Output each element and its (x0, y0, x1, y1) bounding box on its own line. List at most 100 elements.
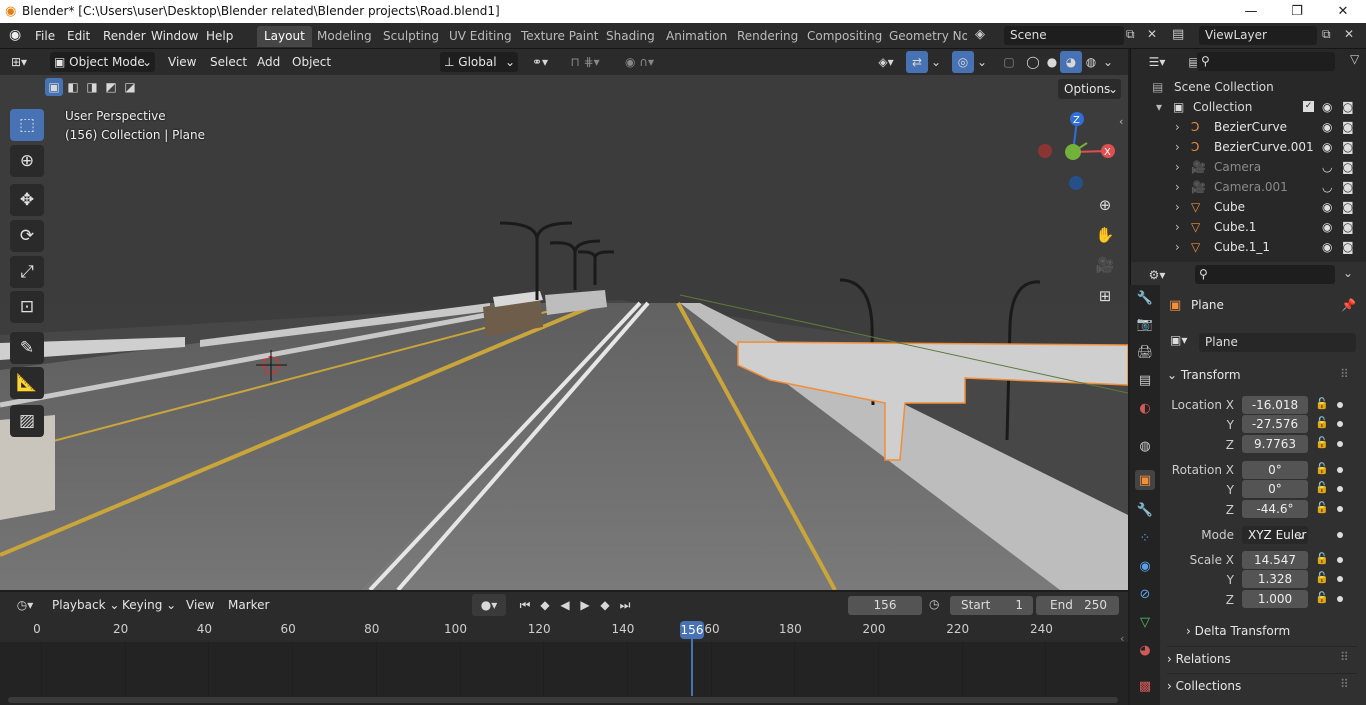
menu-add[interactable]: Add (257, 52, 280, 72)
eye-icon[interactable]: ◉ (1322, 97, 1332, 117)
outliner-item[interactable]: › 🎥 Camera.001 ◡ ◙ (1130, 177, 1366, 197)
tab-animation[interactable]: Animation (659, 26, 734, 47)
rotation-z-field[interactable]: -44.6° (1242, 500, 1308, 518)
relations-panel-header[interactable]: › Relations (1167, 646, 1357, 670)
keying-menu[interactable]: Keying ⌄ (122, 595, 176, 615)
location-z-field[interactable]: 9.7763 (1242, 435, 1308, 453)
pin-icon[interactable]: 📌 (1341, 298, 1356, 312)
lock-icon[interactable]: 🔓 (1315, 397, 1329, 410)
lock-icon[interactable]: 🔓 (1315, 416, 1329, 429)
playhead-label[interactable]: 156 (680, 621, 704, 639)
overlay-toggle-icon[interactable]: ◎ (952, 51, 974, 73)
render-tab-icon[interactable]: 📷 (1135, 314, 1155, 334)
filter-icon[interactable]: ▽ (1350, 52, 1359, 66)
menu-view[interactable]: View (168, 52, 196, 72)
lock-icon[interactable]: 🔓 (1315, 591, 1329, 604)
jump-start-icon[interactable]: ⏮ (516, 594, 534, 616)
3d-viewport[interactable]: User Perspective (156) Collection | Plan… (0, 75, 1128, 590)
current-frame-field[interactable]: 156 (848, 596, 922, 615)
lock-icon[interactable]: 🔓 (1315, 501, 1329, 514)
render-camera-icon[interactable]: ◙ (1342, 177, 1354, 197)
outliner-item[interactable]: › ▽ Cube ◉ ◙ (1130, 197, 1366, 217)
properties-search-input[interactable]: ⚲ (1195, 265, 1335, 284)
outliner-item[interactable]: › ▽ Cube.1_1 ◉ ◙ (1130, 237, 1366, 257)
playhead-line[interactable] (691, 639, 693, 696)
visibility-icon[interactable]: ◈▾ (871, 51, 901, 73)
location-x-field[interactable]: -16.018 (1242, 396, 1308, 414)
keyframe-dot-icon[interactable] (1337, 576, 1343, 582)
eye-icon[interactable]: ◉ (1322, 117, 1332, 137)
lock-icon[interactable]: 🔓 (1315, 462, 1329, 475)
jump-end-icon[interactable]: ⏭ (616, 594, 634, 616)
blender-menu-icon[interactable]: ◉ (9, 27, 21, 43)
chevron-down-icon[interactable]: ⌄ (928, 51, 944, 73)
mode-dropdown[interactable]: ▣ Object Mode ⌄ (50, 52, 155, 72)
timeline-editor-icon[interactable]: ◷▾ (10, 594, 40, 616)
expand-icon[interactable]: › (1175, 197, 1180, 217)
menu-object[interactable]: Object (292, 52, 331, 72)
outliner-editor-icon[interactable]: ☰▾ (1140, 51, 1174, 73)
transform-panel-header[interactable]: ⌄ Transform (1167, 363, 1357, 387)
record-icon[interactable]: ●▾ (472, 594, 506, 616)
minimize-button[interactable]: — (1228, 0, 1274, 23)
tab-geometry-nodes[interactable]: Geometry Noc (882, 26, 967, 47)
render-camera-icon[interactable]: ◙ (1342, 157, 1354, 177)
data-tab-icon[interactable]: ▽ (1135, 612, 1155, 632)
rotation-mode-dropdown[interactable]: XYZ Euler ⌄ (1242, 526, 1308, 544)
eye-icon[interactable]: ◉ (1322, 137, 1332, 157)
zoom-icon[interactable]: ⊕ (1092, 192, 1118, 218)
menu-window[interactable]: Window (145, 27, 204, 45)
eye-icon[interactable]: ◉ (1322, 237, 1332, 257)
sidebar-toggle-icon[interactable]: ‹ (1119, 115, 1123, 128)
keyframe-dot-icon[interactable] (1337, 402, 1343, 408)
menu-file[interactable]: File (29, 27, 61, 45)
object-type-icon[interactable]: ▣▾ (1170, 333, 1196, 353)
delete-scene-icon[interactable]: ✕ (1147, 27, 1157, 41)
tab-shading[interactable]: Shading (599, 26, 662, 47)
drag-handle-icon[interactable]: ⠿ (1340, 650, 1349, 664)
delete-view-layer-icon[interactable]: ✕ (1344, 27, 1354, 41)
expand-icon[interactable]: › (1175, 217, 1180, 237)
material-shading-icon[interactable]: ◕ (1060, 51, 1082, 73)
properties-editor-icon[interactable]: ⚙▾ (1140, 264, 1174, 286)
keyframe-dot-icon[interactable] (1337, 421, 1343, 427)
chevron-down-icon[interactable]: ⌄ (1100, 51, 1116, 73)
select-extend-icon[interactable]: ◧ (64, 78, 82, 96)
tool-tab-icon[interactable]: 🔧 (1135, 288, 1155, 308)
chevron-down-icon[interactable]: ⌄ (974, 51, 990, 73)
eye-closed-icon[interactable]: ◡ (1322, 157, 1332, 177)
physics-tab-icon[interactable]: ◉ (1135, 556, 1155, 576)
modifier-tab-icon[interactable]: 🔧 (1135, 500, 1155, 520)
outliner-item[interactable]: › 🎥 Camera ◡ ◙ (1130, 157, 1366, 177)
scale-y-field[interactable]: 1.328 (1242, 570, 1308, 588)
gizmo-toggle-icon[interactable]: ⇄ (906, 51, 928, 73)
output-tab-icon[interactable]: 🖨 (1135, 342, 1155, 362)
collections-panel-header[interactable]: › Collections (1167, 673, 1357, 697)
outliner-item[interactable]: › ▽ Cube.1 ◉ ◙ (1130, 217, 1366, 237)
render-camera-icon[interactable]: ◙ (1342, 217, 1354, 237)
scene-icon[interactable]: ◈ (975, 27, 985, 42)
measure-tool-icon[interactable]: 📐 (10, 367, 44, 399)
gizmo-neg-z-icon[interactable] (1069, 176, 1083, 190)
outliner-search-input[interactable]: ⚲ (1197, 52, 1335, 71)
eye-icon[interactable]: ◉ (1322, 217, 1332, 237)
texture-tab-icon[interactable]: ▩ (1135, 676, 1155, 696)
xray-icon[interactable]: ▢ (998, 51, 1020, 73)
menu-render[interactable]: Render (97, 27, 152, 45)
delta-transform-header[interactable]: › Delta Transform (1186, 619, 1366, 643)
gizmo-y-icon[interactable] (1065, 144, 1081, 160)
rotate-tool-icon[interactable]: ⟳ (10, 220, 44, 252)
clock-icon[interactable]: ◷ (929, 597, 939, 611)
keyframe-dot-icon[interactable] (1337, 532, 1343, 538)
play-reverse-icon[interactable]: ◀ (556, 594, 574, 616)
close-button[interactable]: ✕ (1320, 0, 1366, 23)
outliner-item[interactable]: › Ↄ BezierCurve.001 ◉ ◙ (1130, 137, 1366, 157)
menu-select[interactable]: Select (210, 52, 247, 72)
select-subtract-icon[interactable]: ◨ (83, 78, 101, 96)
scale-z-field[interactable]: 1.000 (1242, 590, 1308, 608)
camera-view-icon[interactable]: 🎥 (1092, 252, 1118, 278)
timeline-scrollbar[interactable] (8, 697, 1118, 703)
outliner-item[interactable]: › Ↄ BezierCurve ◉ ◙ (1130, 117, 1366, 137)
lock-icon[interactable]: 🔓 (1315, 436, 1329, 449)
eye-icon[interactable]: ◉ (1322, 197, 1332, 217)
